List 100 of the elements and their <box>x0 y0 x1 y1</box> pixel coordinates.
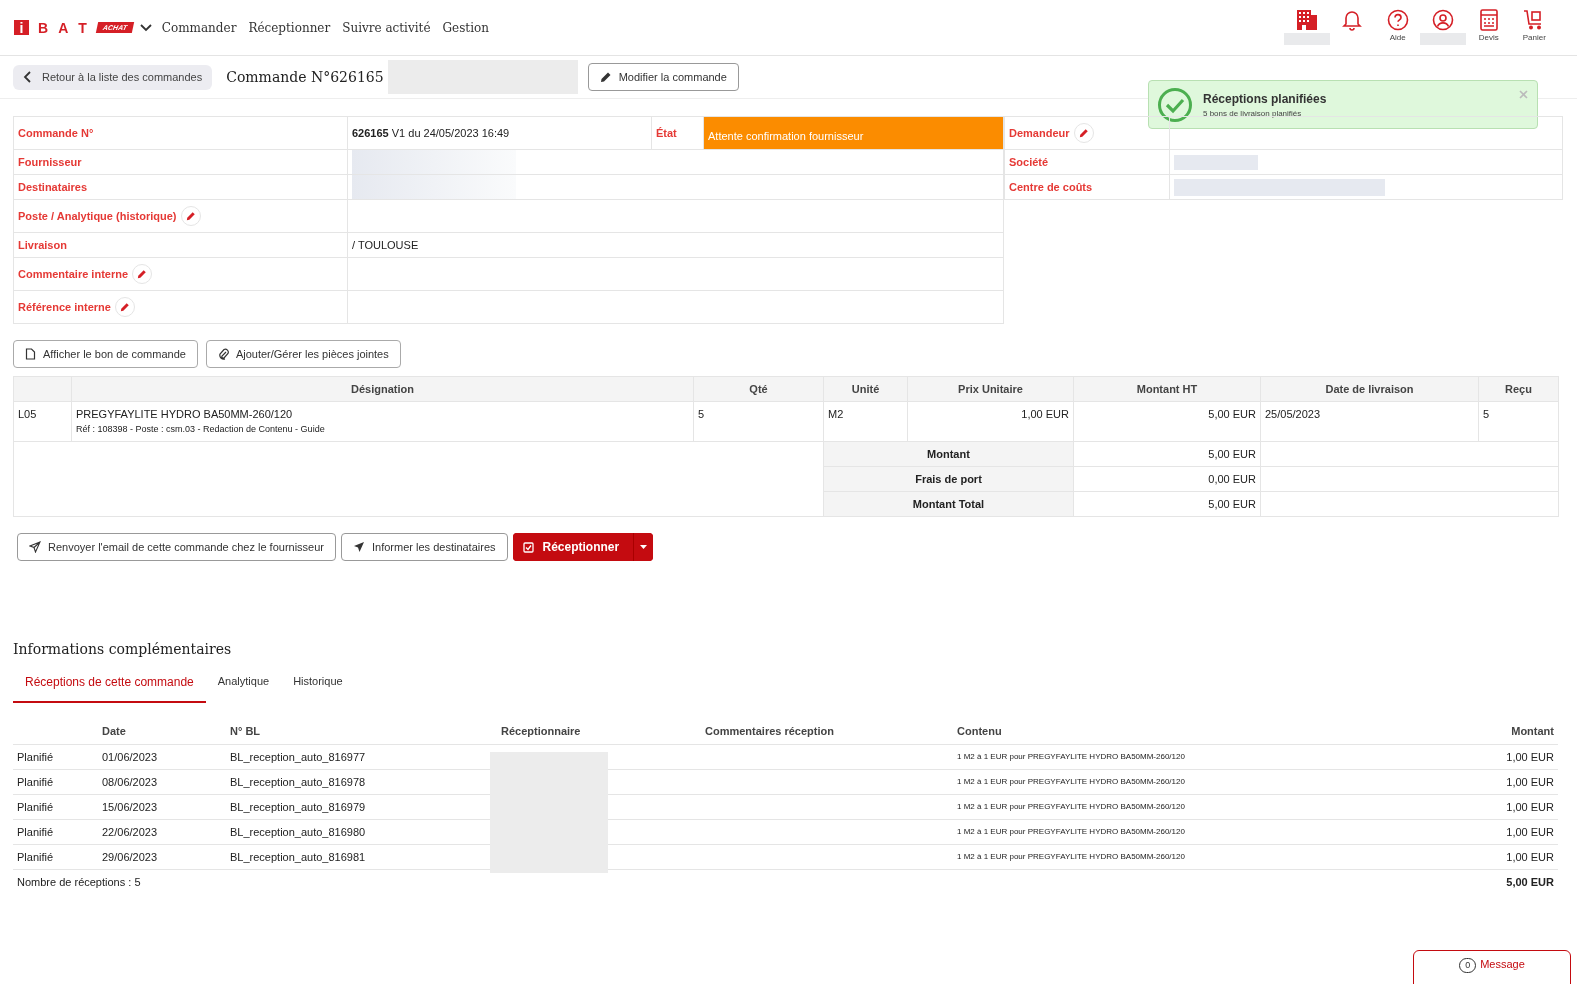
table-cell: 1,00 EUR <box>1403 744 1558 769</box>
table-cell: 22/06/2023 <box>98 819 226 844</box>
toast-title: Réceptions planifiées <box>1203 91 1327 106</box>
table-cell: M2 <box>823 401 908 442</box>
table-cell: 1 M2 à 1 EUR pour PREGYFAYLITE HYDRO BA50MM-260/120 <box>953 769 1403 794</box>
toast-message: 5 bons de livraison planifiés <box>1203 108 1303 118</box>
chevron-icon[interactable] <box>139 23 152 32</box>
section-title: Informations complémentaires <box>13 641 233 657</box>
tab[interactable]: Réceptions de cette commande <box>13 675 206 703</box>
table-cell: 1 M2 à 1 EUR pour PREGYFAYLITE HYDRO BA50MM-260/120 <box>953 744 1403 769</box>
column-header: Contenu <box>953 719 1403 744</box>
tab[interactable]: Analytique <box>205 675 282 703</box>
dropdown-button[interactable] <box>633 533 654 561</box>
column-header: Montant HT <box>1073 376 1261 402</box>
help-icon[interactable] <box>1386 8 1409 31</box>
icon-label: Panier <box>1522 32 1546 42</box>
table-cell: 1,00 EUR <box>907 401 1074 442</box>
edit-order-button[interactable]: Modifier la commande <box>587 63 739 91</box>
nav-menu-item[interactable]: Réceptionner <box>248 20 331 35</box>
order-number-value: 626165 V1 du 24/05/2023 16:49 <box>352 127 510 139</box>
nav-menu-item[interactable]: Suivre activité <box>342 20 431 35</box>
field-label: Fournisseur <box>18 156 82 168</box>
document-button[interactable]: Ajouter/Gérer les pièces jointes <box>205 340 401 368</box>
column-header: Réceptionnaire <box>497 719 701 744</box>
redacted-block <box>1420 32 1467 45</box>
nav-menu-item[interactable]: Gestion <box>442 20 489 35</box>
pencil-icon <box>137 269 148 279</box>
field-label: Centre de coûts <box>1009 181 1093 193</box>
product-detail: Réf : 108398 - Poste : csm.03 - Redaction de Contenu - Guide <box>76 424 326 434</box>
table-cell: 29/06/2023 <box>98 844 226 869</box>
edit-button[interactable] <box>180 206 201 226</box>
table-cell: Planifié <box>13 769 98 794</box>
icon-label: Aide <box>1389 32 1406 42</box>
field-value: / TOULOUSE <box>352 239 419 251</box>
caret-icon <box>640 545 648 549</box>
table-cell: 1 M2 à 1 EUR pour PREGYFAYLITE HYDRO BA50MM-260/120 <box>953 844 1403 869</box>
table-cell: 01/06/2023 <box>98 744 226 769</box>
back-icon <box>23 71 31 83</box>
total-value: 5,00 EUR <box>1073 491 1261 517</box>
logo-letter: B <box>38 19 50 36</box>
back-button[interactable]: Retour à la liste des commandes <box>13 64 213 90</box>
paper-plane-icon <box>29 541 41 553</box>
column-header: Montant <box>1403 719 1558 744</box>
logo-letter: T <box>78 19 88 36</box>
column-header: Date de livraison <box>1260 376 1479 402</box>
table-cell: 5 <box>1478 401 1559 442</box>
column-header: Commentaires réception <box>701 719 953 744</box>
total-value: 5,00 EUR <box>1073 441 1261 467</box>
column-header: Date <box>98 719 226 744</box>
logo-letter: A <box>58 19 70 36</box>
pencil-icon <box>119 302 130 312</box>
field-label: Société <box>1009 156 1049 168</box>
column-header: Unité <box>823 376 908 402</box>
pencil-icon <box>599 71 612 83</box>
field-label: Demandeur <box>1009 127 1070 139</box>
checkbox-icon <box>522 541 534 553</box>
pencil-icon <box>1078 128 1089 138</box>
table-cell: Planifié <box>13 744 98 769</box>
field-label: Destinataires <box>18 181 88 193</box>
field-label: Commentaire interne <box>18 268 129 280</box>
bell-icon[interactable] <box>1342 8 1363 31</box>
table-cell: 1 M2 à 1 EUR pour PREGYFAYLITE HYDRO BA50MM-260/120 <box>953 819 1403 844</box>
tab[interactable]: Historique <box>281 675 355 703</box>
table-cell: 1,00 EUR <box>1403 819 1558 844</box>
table-cell: 1 M2 à 1 EUR pour PREGYFAYLITE HYDRO BA50MM-260/120 <box>953 794 1403 819</box>
table-cell: 5,00 EUR <box>1073 401 1261 442</box>
table-cell: 1,00 EUR <box>1403 769 1558 794</box>
field-label: Poste / Analytique (historique) <box>18 210 177 222</box>
action-button[interactable]: Informer les destinataires <box>341 533 508 561</box>
column-header: Reçu <box>1478 376 1559 402</box>
table-cell: 1,00 EUR <box>1403 794 1558 819</box>
total-label: Frais de port <box>823 466 1074 492</box>
table-cell: 15/06/2023 <box>98 794 226 819</box>
calculator-icon[interactable] <box>1479 8 1498 31</box>
user-icon[interactable] <box>1432 8 1455 31</box>
paper-plane-icon <box>353 541 365 553</box>
total-label: Montant <box>823 441 1074 467</box>
edit-button[interactable] <box>114 297 135 317</box>
action-button[interactable]: Renvoyer l'email de cette commande chez le fournisseur <box>17 533 336 561</box>
order-title: Commande N°626165 <box>226 69 384 85</box>
table-cell: Planifié <box>13 819 98 844</box>
field-label: État <box>651 116 704 150</box>
nav-menu-item[interactable]: Commander <box>161 20 237 35</box>
message-button[interactable]: 0 Message <box>1413 950 1571 984</box>
document-button[interactable]: Afficher le bon de commande <box>13 340 198 368</box>
building-icon[interactable] <box>1295 8 1318 31</box>
table-cell: Planifié <box>13 794 98 819</box>
edit-button[interactable] <box>132 264 153 284</box>
logo-letter: i <box>14 20 29 35</box>
table-cell: Planifié <box>13 844 98 869</box>
status-badge: Attente confirmation fournisseur <box>703 116 1004 150</box>
edit-button[interactable] <box>1073 123 1094 143</box>
total-value: 0,00 EUR <box>1073 466 1261 492</box>
icon-label: Devis <box>1478 32 1499 42</box>
table-cell: 25/05/2023 <box>1260 401 1479 442</box>
check-circle-icon <box>1157 86 1193 123</box>
column-header: N° BL <box>226 719 497 744</box>
total-value: 5,00 EUR <box>1403 869 1558 894</box>
table-cell: L05 <box>13 401 72 442</box>
column-header: Désignation <box>71 376 694 402</box>
